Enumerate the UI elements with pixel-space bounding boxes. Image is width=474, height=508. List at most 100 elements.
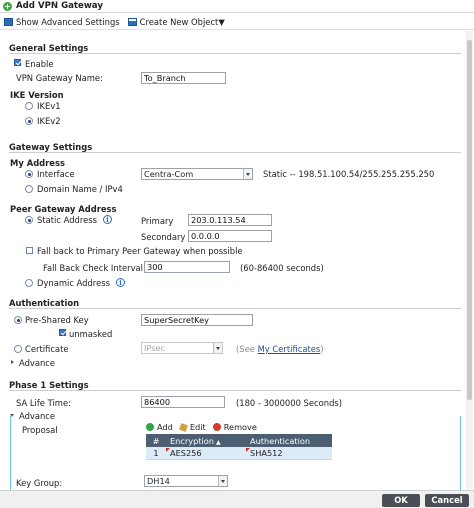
info-icon[interactable]: i xyxy=(103,215,112,224)
my-address-heading: My Address xyxy=(10,158,65,168)
dynamic-address-label: Dynamic Address xyxy=(37,278,110,288)
interface-select-value: Centra-Com xyxy=(144,169,194,179)
edit-icon xyxy=(178,422,188,432)
interface-select[interactable]: Centra-Com xyxy=(141,168,253,180)
certificate-radio[interactable] xyxy=(14,345,22,353)
ikev1-label: IKEv1 xyxy=(37,101,61,111)
primary-address-input[interactable]: 203.0.113.54 xyxy=(188,214,272,226)
fallback-interval-input[interactable]: 300 xyxy=(144,261,230,273)
chevron-down-icon xyxy=(243,169,252,179)
add-icon: + xyxy=(3,1,12,11)
peer-gateway-heading: Peer Gateway Address xyxy=(10,204,117,214)
interface-static-info: Static -- 198.51.100.54/255.255.255.250 xyxy=(263,169,435,179)
ok-button[interactable]: OK xyxy=(382,494,420,507)
pre-shared-key-input[interactable]: SuperSecretKey xyxy=(141,314,253,326)
scrollbar-thumb[interactable] xyxy=(467,40,472,400)
create-new-label: Create New Object▼ xyxy=(139,16,225,27)
ikev2-radio[interactable] xyxy=(25,117,33,125)
chevron-down-icon xyxy=(218,476,227,486)
column-header-authentication[interactable]: Authentication xyxy=(246,436,332,446)
create-new-object-button[interactable]: Create New Object▼ xyxy=(127,16,225,27)
ikev2-label: IKEv2 xyxy=(37,116,61,126)
toolbar: Show Advanced Settings Create New Object… xyxy=(0,14,474,30)
chevron-down-icon xyxy=(213,343,222,353)
edit-label: Edit xyxy=(189,422,206,432)
dialog-titlebar: + Add VPN Gateway xyxy=(0,0,474,13)
sa-lifetime-range: (180 - 3000000 Seconds) xyxy=(236,398,343,408)
primary-label: Primary xyxy=(141,216,174,226)
unmasked-label: unmasked xyxy=(69,329,113,339)
show-advanced-settings-button[interactable]: Show Advanced Settings xyxy=(4,17,120,27)
see-close: ) xyxy=(320,344,324,354)
row-num: 1 xyxy=(153,448,159,458)
domain-name-radio[interactable] xyxy=(25,185,33,193)
add-icon xyxy=(146,423,154,431)
dynamic-address-radio[interactable] xyxy=(25,279,33,287)
table-row[interactable]: 1 AES256 SHA512 xyxy=(146,447,332,460)
enable-label: Enable xyxy=(25,59,54,69)
secondary-label: Secondary xyxy=(141,232,186,242)
certificate-select[interactable]: IPsec xyxy=(141,342,223,354)
pre-shared-key-radio[interactable] xyxy=(14,316,22,324)
phase1-settings-heading: Phase 1 Settings xyxy=(9,380,89,390)
see-certificates-text: (See My Certificates) xyxy=(236,344,324,354)
fallback-interval-label: Fall Back Check Interval: xyxy=(43,263,146,273)
row-authentication[interactable]: SHA512 xyxy=(246,448,332,458)
sa-lifetime-input[interactable]: 86400 xyxy=(141,396,225,408)
fallback-checkbox[interactable] xyxy=(26,247,33,254)
static-address-label: Static Address xyxy=(37,215,97,225)
remove-icon xyxy=(212,423,221,431)
advance-toggle-icon[interactable] xyxy=(10,359,17,366)
remove-label: Remove xyxy=(223,422,257,432)
my-certificates-link[interactable]: My Certificates xyxy=(258,344,321,354)
grid-toolbar: Add Edit Remove xyxy=(146,420,332,434)
proposal-label: Proposal xyxy=(22,425,58,435)
domain-name-label: Domain Name / IPv4 xyxy=(37,184,123,194)
dialog-footer: OK Cancel xyxy=(0,490,474,508)
section-divider xyxy=(9,152,461,153)
column-header-encryption[interactable]: Encryption ▲ xyxy=(166,436,246,446)
key-group-label: Key Group: xyxy=(16,478,63,488)
fallback-label: Fall back to Primary Peer Gateway when p… xyxy=(37,246,243,256)
section-divider xyxy=(9,390,461,391)
auth-advance-label[interactable]: Advance xyxy=(19,358,55,368)
encryption-header-text: Encryption xyxy=(170,435,214,446)
show-advanced-label: Show Advanced Settings xyxy=(16,16,120,27)
certificate-label: Certificate xyxy=(25,344,69,354)
unmasked-checkbox[interactable] xyxy=(59,329,66,336)
new-object-icon xyxy=(127,17,137,26)
grid-header: # Encryption ▲ Authentication xyxy=(146,434,332,447)
sort-arrow-icon: ▲ xyxy=(215,438,221,446)
gateway-name-input[interactable]: To_Branch xyxy=(141,72,226,84)
key-group-select[interactable]: DH14 xyxy=(144,475,228,487)
certificate-select-value: IPsec xyxy=(144,343,166,353)
static-address-radio[interactable] xyxy=(25,216,33,224)
key-group-value: DH14 xyxy=(147,476,170,486)
ike-version-heading: IKE Version xyxy=(10,90,64,100)
add-proposal-button[interactable]: Add xyxy=(146,422,173,432)
enable-checkbox[interactable] xyxy=(14,59,21,66)
column-header-num[interactable]: # xyxy=(146,436,166,446)
see-open: (See xyxy=(236,344,258,354)
info-icon[interactable]: i xyxy=(116,278,125,287)
pre-shared-key-label: Pre-Shared Key xyxy=(25,315,89,325)
secondary-address-input[interactable]: 0.0.0.0 xyxy=(188,230,272,242)
edit-proposal-button[interactable]: Edit xyxy=(178,422,206,432)
interface-radio[interactable] xyxy=(25,170,33,178)
add-label: Add xyxy=(157,422,173,432)
dialog-content: General Settings Enable VPN Gateway Name… xyxy=(0,31,470,496)
ikev1-radio[interactable] xyxy=(25,102,33,110)
dialog-title: Add VPN Gateway xyxy=(16,1,103,11)
proposal-grid: Add Edit Remove # Encryption ▲ Authentica… xyxy=(146,420,332,460)
list-icon xyxy=(4,17,13,26)
gateway-settings-heading: Gateway Settings xyxy=(9,142,93,152)
interface-label: Interface xyxy=(37,169,75,179)
remove-proposal-button[interactable]: Remove xyxy=(212,422,257,432)
fallback-interval-range: (60-86400 seconds) xyxy=(240,263,324,273)
sa-lifetime-label: SA Life Time: xyxy=(16,398,71,408)
cancel-button[interactable]: Cancel xyxy=(425,494,469,507)
section-divider xyxy=(9,308,461,309)
row-encryption[interactable]: AES256 xyxy=(166,448,246,458)
general-settings-heading: General Settings xyxy=(9,43,89,53)
section-divider xyxy=(9,53,461,54)
